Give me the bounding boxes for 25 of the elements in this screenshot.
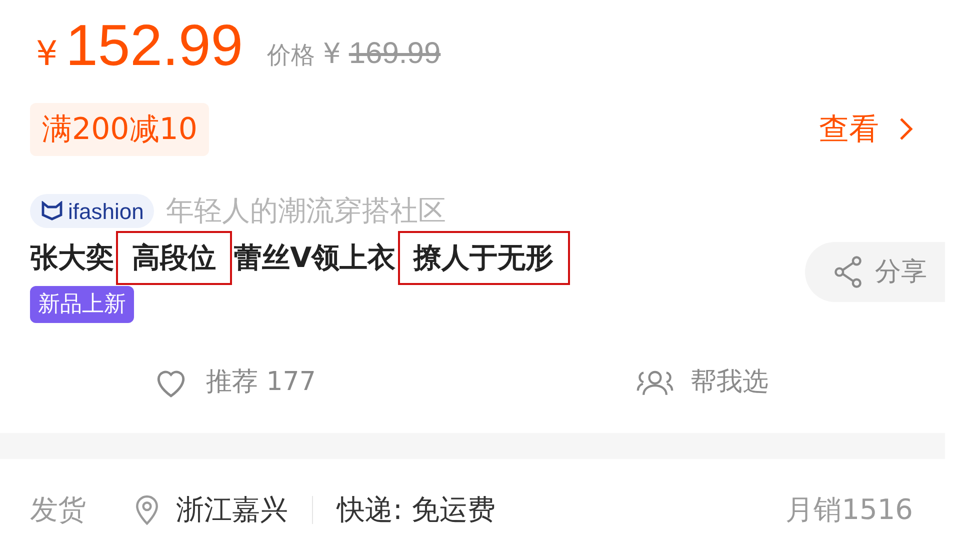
title-text: 蕾丝V领上衣 bbox=[234, 240, 396, 276]
brand-logo-text: ifashion bbox=[68, 198, 144, 226]
original-price-label: 价格 bbox=[267, 40, 316, 71]
recommend-button[interactable]: 推荐 177 bbox=[152, 362, 316, 402]
shipping-location: 浙江嘉兴 bbox=[176, 492, 288, 528]
title-text: 高段位 bbox=[116, 231, 232, 285]
new-arrival-tag: 新品上新 bbox=[30, 286, 134, 323]
brand-slogan: 年轻人的潮流穿搭社区 bbox=[166, 193, 446, 229]
location-pin-icon bbox=[134, 494, 160, 526]
share-icon bbox=[833, 256, 863, 288]
view-link[interactable]: 查看 bbox=[819, 106, 913, 152]
price: 152.99 bbox=[66, 17, 244, 75]
delivery-info: 快递: 免运费 bbox=[337, 492, 496, 528]
cat-icon bbox=[40, 201, 64, 221]
shipping-label: 发货 bbox=[30, 492, 86, 528]
monthly-sales: 月销1516 bbox=[786, 492, 913, 528]
title-text: 撩人于无形 bbox=[398, 231, 570, 285]
original-price: 169.99 bbox=[348, 36, 441, 72]
discount-badge: 满200减10 bbox=[30, 102, 210, 156]
chevron-right-icon bbox=[899, 117, 913, 141]
currency-sign: ¥ bbox=[36, 33, 58, 76]
help-choose-button[interactable]: 帮我选 bbox=[634, 362, 768, 402]
title-text: 张大奕 bbox=[30, 240, 114, 276]
currency-sign: ¥ bbox=[323, 36, 341, 72]
share-button[interactable]: 分享 bbox=[805, 242, 945, 302]
